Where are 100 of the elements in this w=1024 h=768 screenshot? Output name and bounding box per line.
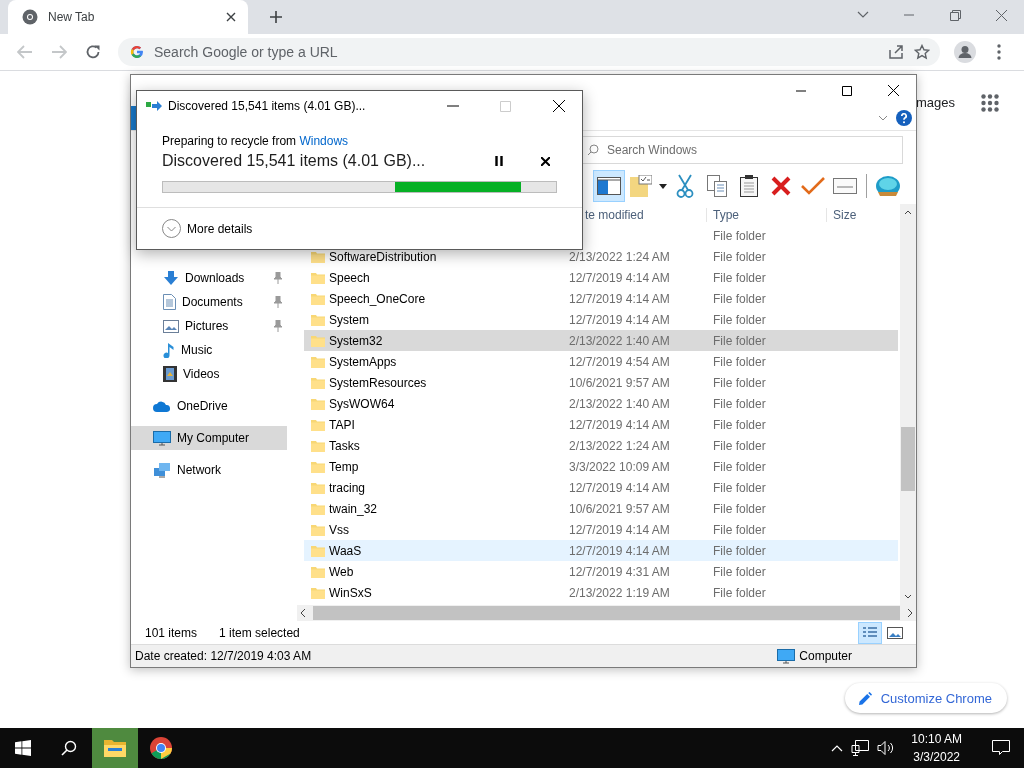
reload-icon[interactable] (85, 44, 101, 60)
minimize-icon[interactable] (796, 89, 806, 92)
column-header[interactable]: Size (833, 207, 900, 222)
file-name: Vss (329, 522, 349, 537)
network-icon[interactable] (851, 740, 870, 756)
close-icon[interactable] (540, 156, 550, 166)
file-name: TAPI (329, 417, 355, 432)
file-type: File folder (713, 480, 766, 495)
help-icon[interactable] (896, 110, 912, 126)
folder-icon (311, 397, 325, 410)
file-row[interactable]: Temp 3/3/2022 10:09 AM File folder (304, 456, 898, 477)
scrollbar-thumb[interactable] (901, 427, 915, 491)
windows-logo-icon[interactable] (15, 740, 31, 756)
date-modified: 2/13/2022 1:24 AM (569, 438, 670, 453)
file-row[interactable]: WaaS 12/7/2019 4:14 AM File folder (304, 540, 898, 561)
scroll-right-icon[interactable] (906, 608, 914, 618)
file-row[interactable]: System 12/7/2019 4:14 AM File folder (304, 309, 898, 330)
nav-item[interactable]: OneDrive (131, 394, 287, 418)
caret-up-icon[interactable] (831, 744, 844, 752)
nav-item[interactable]: Pictures (131, 314, 287, 338)
browser-tab[interactable]: New Tab (8, 0, 248, 34)
nav-item[interactable]: Downloads (131, 266, 287, 290)
date-modified: 12/7/2019 4:14 AM (569, 270, 670, 285)
file-name: Temp (329, 459, 359, 474)
search-icon[interactable] (61, 740, 77, 756)
file-type: File folder (713, 228, 766, 243)
nav-item[interactable]: Network (131, 458, 287, 482)
menu-icon[interactable] (997, 44, 1001, 60)
pane-layout-icon[interactable] (594, 171, 624, 201)
file-type: File folder (713, 585, 766, 600)
close-icon[interactable] (552, 100, 565, 112)
maximize-icon[interactable] (842, 85, 852, 96)
file-row[interactable]: SystemResources 10/6/2021 9:57 AM File folder (304, 372, 898, 393)
file-type: File folder (713, 291, 766, 306)
file-row[interactable]: Web 12/7/2019 4:31 AM File folder (304, 561, 898, 582)
file-row[interactable]: Speech_OneCore 12/7/2019 4:14 AM File folder (304, 288, 898, 309)
file-type: File folder (713, 396, 766, 411)
music-note-icon (163, 342, 175, 358)
nav-item[interactable]: Videos (131, 362, 287, 386)
folder-icon (311, 271, 325, 284)
file-row[interactable]: Tasks 2/13/2022 1:24 AM File folder (304, 435, 898, 456)
address-bar[interactable]: Search Google or type a URL (118, 38, 940, 66)
source-link[interactable]: Windows (299, 134, 349, 148)
file-row[interactable]: System32 2/13/2022 1:40 AM File folder (304, 330, 898, 351)
scrollbar-thumb[interactable] (313, 606, 900, 620)
file-row[interactable]: Vss 12/7/2019 4:14 AM File folder (304, 519, 898, 540)
file-row[interactable]: tracing 12/7/2019 4:14 AM File folder (304, 477, 898, 498)
file-row[interactable]: TAPI 12/7/2019 4:14 AM File folder (304, 414, 898, 435)
vertical-scrollbar[interactable] (900, 204, 916, 605)
nav-item[interactable]: Documents (131, 290, 287, 314)
more-details-button[interactable]: More details (162, 219, 253, 238)
file-row[interactable]: WinSxS 2/13/2022 1:19 AM File folder (304, 582, 898, 603)
chevron-down-icon[interactable] (857, 11, 869, 19)
file-type: File folder (713, 312, 766, 327)
pencil-icon[interactable] (858, 691, 872, 705)
date-modified: 2/13/2022 1:40 AM (569, 396, 670, 411)
date-modified: 12/7/2019 4:54 AM (569, 354, 670, 369)
column-header[interactable]: Type (713, 207, 826, 222)
pin-icon[interactable] (273, 272, 283, 284)
folder-icon[interactable] (104, 739, 126, 757)
scroll-left-icon[interactable] (299, 608, 307, 618)
nav-item[interactable]: Music (131, 338, 287, 362)
selection-count: 1 item selected (219, 625, 300, 640)
file-type: File folder (713, 501, 766, 516)
chrome-icon[interactable] (150, 737, 172, 759)
file-row[interactable]: SysWOW64 2/13/2022 1:40 AM File folder (304, 393, 898, 414)
chevron-down-icon[interactable] (878, 115, 888, 121)
date-modified: 12/7/2019 4:14 AM (569, 291, 670, 306)
file-name: Speech_OneCore (329, 291, 426, 306)
search-field[interactable]: Search Windows (580, 135, 903, 164)
speaker-icon[interactable] (877, 740, 896, 756)
close-icon[interactable] (226, 12, 236, 22)
customize-chrome-button[interactable]: Customize Chrome (844, 683, 1007, 713)
folder-icon (311, 439, 325, 452)
nav-item[interactable]: My Computer (131, 426, 287, 450)
images-link[interactable]: mages (916, 95, 956, 110)
file-row[interactable]: Speech 12/7/2019 4:14 AM File folder (304, 267, 898, 288)
chevron-circle-icon[interactable] (162, 219, 181, 238)
horizontal-scrollbar[interactable] (297, 605, 916, 621)
plus-icon[interactable] (269, 10, 283, 24)
folder-icon (311, 292, 325, 305)
folder-icon (311, 376, 325, 389)
star-icon[interactable] (914, 44, 930, 60)
file-row[interactable]: SystemApps 12/7/2019 4:54 AM File folder (304, 351, 898, 372)
pin-icon[interactable] (273, 320, 283, 332)
close-icon[interactable] (887, 85, 899, 96)
share-icon[interactable] (888, 44, 904, 60)
folder-icon (311, 586, 325, 599)
file-row[interactable]: SoftwareDistribution 2/13/2022 1:24 AM File folder (304, 246, 898, 267)
clock[interactable]: 10:10 AM 3/3/2022 (903, 730, 970, 766)
pause-icon[interactable] (495, 156, 503, 166)
notification-icon[interactable] (992, 740, 1010, 756)
date-modified: 3/3/2022 10:09 AM (569, 459, 670, 474)
restore-icon[interactable] (949, 9, 961, 21)
file-row[interactable]: twain_32 10/6/2021 9:57 AM File folder (304, 498, 898, 519)
minimize-icon[interactable] (446, 105, 459, 107)
column-header[interactable]: te modified (585, 207, 706, 222)
file-name: Tasks (329, 438, 360, 453)
pin-icon[interactable] (273, 296, 283, 308)
apps-grid-icon[interactable] (981, 94, 999, 112)
